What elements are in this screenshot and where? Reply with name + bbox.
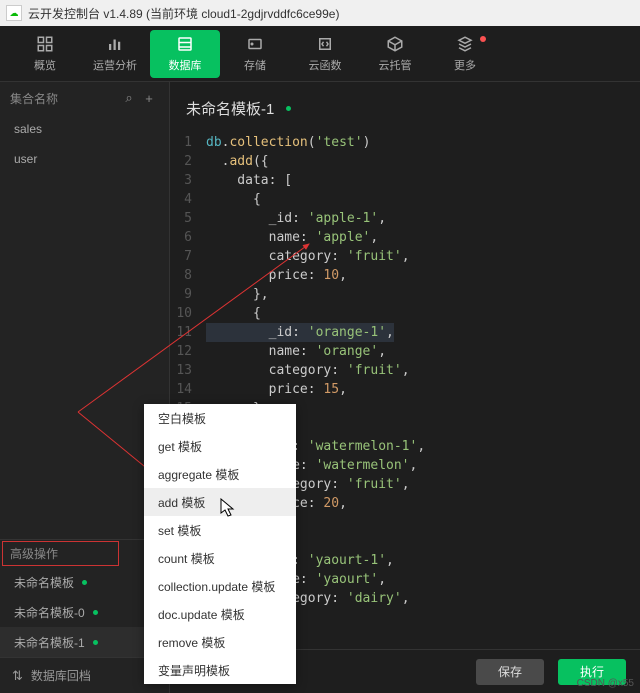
nav-hosting[interactable]: 云托管 [360,30,430,78]
notification-dot-icon [480,36,486,42]
nav-more[interactable]: 更多 [430,30,500,78]
context-menu-item[interactable]: get 模板 [144,432,296,460]
nav-analytics[interactable]: 运营分析 [80,30,150,78]
dirty-dot-icon [93,640,98,645]
collection-item[interactable]: user [0,144,169,174]
grid-icon [36,35,54,53]
context-menu-item[interactable]: aggregate 模板 [144,460,296,488]
collections-header: 集合名称 ⌕ + [0,82,169,114]
context-menu-item[interactable]: doc.update 模板 [144,600,296,628]
context-menu-item[interactable]: add 模板 [144,488,296,516]
save-button[interactable]: 保存 [476,659,544,685]
dirty-dot-icon [82,580,87,585]
context-menu-item[interactable]: set 模板 [144,516,296,544]
watermark: CSDN @x55 [577,678,634,689]
dirty-dot-icon [93,610,98,615]
window-title: 云开发控制台 v1.4.89 (当前环境 cloud1-2gdjrvddfc6c… [28,5,339,22]
storage-icon [246,35,264,53]
rollback-icon: ⇅ [12,668,23,684]
stack-icon [456,35,474,53]
app-logo-icon: ☁ [6,5,22,21]
window-titlebar: ☁ 云开发控制台 v1.4.89 (当前环境 cloud1-2gdjrvddfc… [0,0,640,26]
top-nav: 概览 运营分析 数据库 存储 云函数 云托管 更多 [0,26,640,82]
add-icon[interactable]: + [139,91,159,106]
database-icon [176,35,194,53]
context-menu-item[interactable]: collection.update 模板 [144,572,296,600]
template-context-menu: 空白模板get 模板aggregate 模板add 模板set 模板count … [144,404,296,684]
context-menu-item[interactable]: 空白模板 [144,404,296,432]
context-menu-item[interactable]: 变量声明模板 [144,656,296,684]
context-menu-item[interactable]: remove 模板 [144,628,296,656]
function-icon [316,35,334,53]
box-icon [386,35,404,53]
nav-overview[interactable]: 概览 [10,30,80,78]
dirty-dot-icon [286,106,291,111]
chart-icon [106,35,124,53]
nav-database[interactable]: 数据库 [150,30,220,78]
nav-functions[interactable]: 云函数 [290,30,360,78]
collection-item[interactable]: sales [0,114,169,144]
context-menu-item[interactable]: count 模板 [144,544,296,572]
search-icon[interactable]: ⌕ [119,90,139,106]
nav-storage[interactable]: 存储 [220,30,290,78]
template-title: 未命名模板-1 [170,82,640,129]
